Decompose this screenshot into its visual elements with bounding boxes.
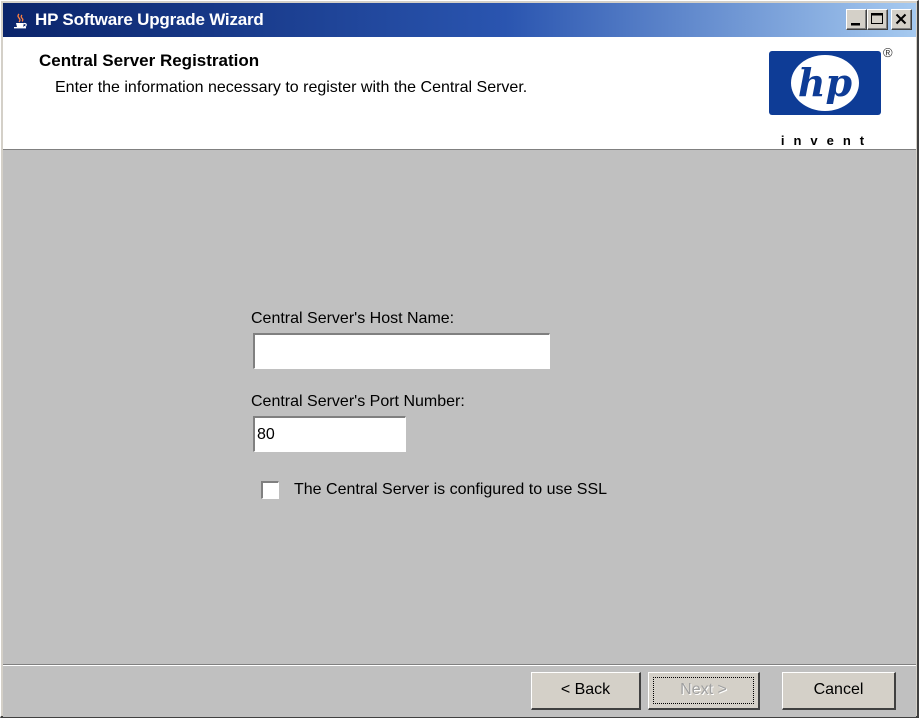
page-title: Central Server Registration (39, 51, 260, 70)
hp-logo-letters: hp (798, 60, 853, 105)
host-name-label: Central Server's Host Name: (251, 310, 455, 327)
logo-tagline: invent (780, 133, 874, 148)
cancel-button[interactable]: Cancel (782, 672, 896, 710)
hp-logo-icon: hp (791, 55, 859, 111)
ssl-checkbox[interactable] (261, 481, 279, 499)
hp-logo: hp ® invent (767, 45, 893, 148)
port-number-input[interactable] (253, 416, 406, 452)
maximize-icon (871, 13, 883, 24)
next-button[interactable]: Next > (648, 672, 760, 710)
focus-rectangle (653, 677, 754, 704)
window-title: HP Software Upgrade Wizard (35, 10, 264, 29)
registered-mark: ® (883, 45, 893, 60)
maximize-button[interactable] (867, 9, 888, 30)
form-panel: Central Server's Host Name: Central Serv… (3, 150, 916, 664)
wizard-header: Central Server Registration Enter the in… (3, 37, 916, 150)
wizard-window: HP Software Upgrade Wizard Central Serve… (0, 0, 919, 718)
button-bar: < Back Next > Cancel (3, 666, 916, 717)
minimize-icon (851, 23, 860, 26)
minimize-button[interactable] (846, 9, 867, 30)
page-subtitle: Enter the information necessary to regis… (55, 79, 528, 96)
title-bar[interactable]: HP Software Upgrade Wizard (3, 3, 916, 37)
host-name-input[interactable] (253, 333, 550, 369)
java-cup-icon (11, 11, 29, 29)
back-button[interactable]: < Back (531, 672, 641, 710)
hp-logo-badge: hp (769, 51, 881, 115)
close-icon (895, 13, 907, 25)
close-button[interactable] (891, 9, 912, 30)
ssl-checkbox-label[interactable]: The Central Server is configured to use … (294, 481, 607, 499)
port-number-label: Central Server's Port Number: (251, 393, 465, 410)
